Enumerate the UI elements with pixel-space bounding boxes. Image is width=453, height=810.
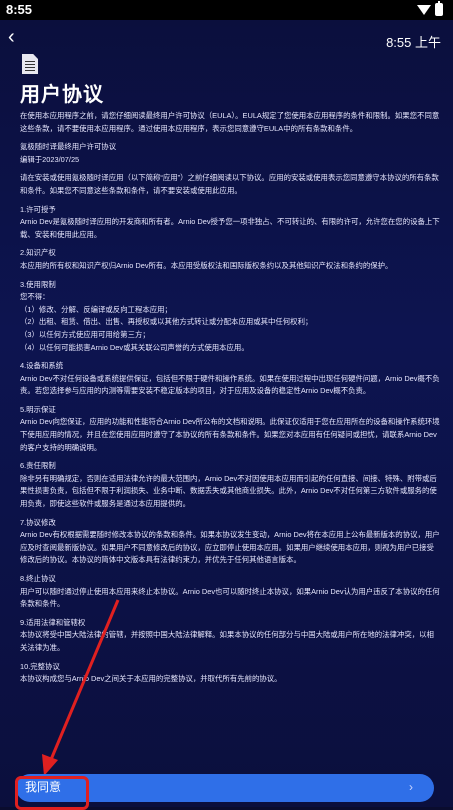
agreement-text: 在使用本应用程序之前，请您仔细阅读最终用户许可协议（EULA）。EULA规定了您… <box>20 110 440 686</box>
section-title: 10.完整协议 <box>20 661 60 671</box>
status-bar: 8:55 <box>0 0 453 20</box>
section-title: 7.协议修改 <box>20 517 56 527</box>
section-body: Arnio Dev是氪极随时译应用的开发商和所有者。Arnio Dev授予您一项… <box>20 217 440 239</box>
wifi-icon <box>417 4 431 15</box>
section-title: 1.许可授予 <box>20 204 56 214</box>
section-title: 8.终止协议 <box>20 574 56 583</box>
section-body: 您不得： <box>20 292 50 302</box>
meta-title: 氪极随时译最终用户许可协议 <box>20 142 117 152</box>
section-title: 5.明示保证 <box>20 404 56 414</box>
list-item: （1）修改、分解、反编译或反向工程本应用； <box>20 304 172 314</box>
status-time: 8:55 <box>6 2 33 17</box>
section-body: Arnio Dev不对任何设备或系统提供保证，包括但不限于硬件和操作系统。如果在… <box>20 373 440 396</box>
section-body: 除非另有明确规定，否则在适用法律允许的最大范围内，Arnio Dev不对因使用本… <box>20 473 437 509</box>
section-title: 2.知识产权 <box>20 248 56 258</box>
chevron-right-icon: › <box>409 780 413 794</box>
section-title: 4.设备和系统 <box>20 361 64 371</box>
list-item: （3）以任何方式使应用可用给第三方； <box>20 329 150 339</box>
section-body: 本协议构成您与Arnio Dev之间关于本应用的完整协议，并取代所有先前的协议。 <box>20 674 282 684</box>
section-body: Arnio Dev有权根据需要随时修改本协议的条款和条件。如果本协议发生变动，A… <box>20 530 440 565</box>
list-item: （4）以任何可能损害Arnio Dev或其关联公司声誉的方式使用本应用。 <box>20 342 249 352</box>
section-title: 3.使用限制 <box>20 279 56 289</box>
para-intro: 请在安装或使用氪极随时译应用（以下简称“应用”）之前仔细阅读以下协议。应用的安装… <box>20 173 439 195</box>
battery-icon <box>435 1 443 16</box>
page-title: 用户协议 <box>20 84 104 106</box>
highlight-box <box>15 776 89 810</box>
section-body: 本协议将受中国大陆法律的管辖，并按照中国大陆法律解释。如果本协议的任何部分与中国… <box>20 630 434 652</box>
header-clock: 8:55 上午 <box>386 35 441 50</box>
section-body: Arnio Dev向您保证，应用的功能和性能符合Arnio Dev所公布的文档和… <box>20 417 440 452</box>
section-title: 9.适用法律和管辖权 <box>20 617 86 627</box>
section-body: 本应用的所有权和知识产权归Arnio Dev所有。本应用受版权法和国际版权条约以… <box>20 260 393 270</box>
list-item: （2）出租、租赁、借出、出售、再授权或以其他方式转让或分配本应用或其中任何权利； <box>20 317 313 327</box>
meta-date: 编辑于2023/07/25 <box>20 154 80 164</box>
document-icon <box>22 54 38 74</box>
section-title: 6.责任限制 <box>20 461 56 471</box>
status-icons <box>417 1 443 16</box>
eula-screen: ‹ 8:55 上午 用户协议 在使用本应用程序之前，请您仔细阅读最终用户许可协议… <box>0 20 453 807</box>
section-body: 用户可以随时通过停止使用本应用来终止本协议。Arnio Dev也可以随时终止本协… <box>20 586 440 609</box>
back-arrow-icon[interactable]: ‹ <box>8 26 15 49</box>
intro-text: 在使用本应用程序之前，请您仔细阅读最终用户许可协议（EULA）。EULA规定了您… <box>20 111 440 133</box>
